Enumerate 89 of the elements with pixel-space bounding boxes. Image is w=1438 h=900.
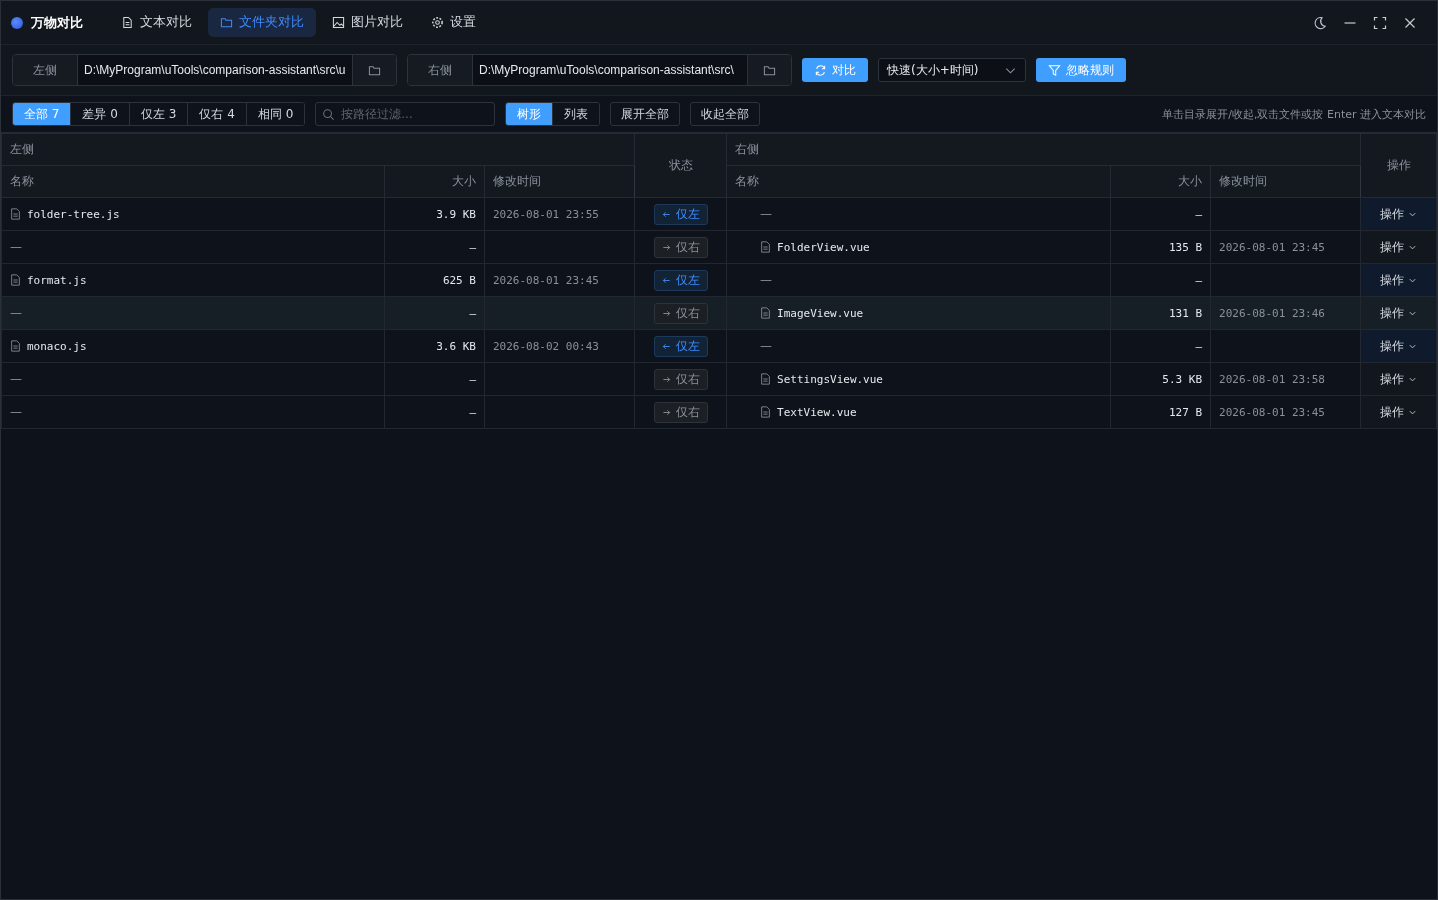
column-group-header: 左侧 xyxy=(1,133,635,166)
filter-icon xyxy=(1048,63,1061,77)
column-header: 名称 xyxy=(726,165,1111,198)
document-icon xyxy=(121,16,134,29)
nav-tab[interactable]: 设置 xyxy=(419,8,488,37)
column-header: 操作 xyxy=(1360,133,1437,198)
modified-time: 2026-08-02 00:43 xyxy=(493,340,599,353)
filter-tab[interactable]: 相同 0 xyxy=(245,103,305,125)
arrow-icon xyxy=(661,407,671,417)
status-badge: 仅左 xyxy=(653,203,708,225)
file-size: – xyxy=(469,373,476,386)
search-icon xyxy=(322,108,336,121)
file-size: – xyxy=(469,241,476,254)
file-icon xyxy=(760,241,772,253)
file-size: 3.6 KB xyxy=(436,340,476,353)
file-name: — xyxy=(760,273,773,287)
file-icon xyxy=(760,307,772,319)
settings-icon xyxy=(431,16,444,29)
file-name: ImageView.vue xyxy=(777,306,864,320)
file-name: — xyxy=(10,306,22,320)
close-icon[interactable] xyxy=(1403,15,1417,30)
file-name: FolderView.vue xyxy=(777,240,870,254)
modified-time: 2026-08-01 23:45 xyxy=(493,274,599,287)
file-name: — xyxy=(10,240,22,254)
column-header: 修改时间 xyxy=(484,165,635,198)
collapse-all-button[interactable]: 收起全部 xyxy=(690,102,761,126)
moon-icon[interactable] xyxy=(1313,15,1327,30)
column-header: 大小 xyxy=(1110,165,1211,198)
file-icon xyxy=(10,340,21,352)
arrow-icon xyxy=(661,209,671,219)
modified-time: 2026-08-01 23:55 xyxy=(493,208,599,221)
file-size: – xyxy=(1195,340,1203,353)
status-badge: 仅右 xyxy=(653,401,708,423)
file-name: TextView.vue xyxy=(777,405,857,419)
image-icon xyxy=(332,16,345,29)
view-tab[interactable]: 列表 xyxy=(552,103,600,125)
file-icon xyxy=(10,208,21,220)
hint-text: 单击目录展开/收起,双击文件或按 Enter 进入文本对比 xyxy=(1162,106,1426,122)
file-size: 3.9 KB xyxy=(436,208,476,221)
arrow-icon xyxy=(661,341,671,351)
status-badge: 仅右 xyxy=(653,302,708,324)
file-icon xyxy=(760,406,772,418)
file-size: – xyxy=(469,406,476,419)
file-size: 135 B xyxy=(1168,241,1203,254)
modified-time: 2026-08-01 23:45 xyxy=(1219,241,1325,254)
column-group-header: 右侧 xyxy=(726,133,1361,166)
arrow-icon xyxy=(661,374,671,384)
file-name: folder-tree.js xyxy=(27,207,120,221)
folder-icon xyxy=(220,16,233,29)
arrow-icon xyxy=(661,275,671,285)
search-field[interactable]: 按路径过滤... xyxy=(315,102,496,126)
modified-time: 2026-08-01 23:46 xyxy=(1219,307,1325,320)
file-size: 127 B xyxy=(1168,406,1203,419)
file-size: – xyxy=(1195,274,1203,287)
arrow-icon xyxy=(661,242,671,252)
file-icon xyxy=(10,274,21,286)
file-name: monaco.js xyxy=(27,339,87,353)
status-badge: 仅右 xyxy=(653,368,708,390)
column-header: 状态 xyxy=(634,133,727,198)
file-name: format.js xyxy=(27,273,87,287)
file-size: 131 B xyxy=(1168,307,1203,320)
file-name: — xyxy=(10,405,22,419)
modified-time: 2026-08-01 23:45 xyxy=(1219,406,1325,419)
column-header: 大小 xyxy=(384,165,485,198)
expand-all-button[interactable]: 展开全部 xyxy=(610,102,681,126)
maximize-icon[interactable] xyxy=(1373,15,1387,30)
logo-icon xyxy=(11,16,23,29)
file-size: 625 B xyxy=(442,274,476,287)
status-badge: 仅左 xyxy=(653,269,708,291)
nav-tab[interactable]: 文件夹对比 xyxy=(208,8,316,37)
file-name: — xyxy=(760,339,773,353)
status-badge: 仅左 xyxy=(653,335,708,357)
file-size: 5.3 KB xyxy=(1162,373,1203,386)
nav-tab[interactable]: 图片对比 xyxy=(320,8,415,37)
file-name: SettingsView.vue xyxy=(777,372,883,386)
column-header: 修改时间 xyxy=(1210,165,1361,198)
refresh-icon xyxy=(814,63,827,77)
app-title: 万物对比 xyxy=(31,13,83,32)
file-icon xyxy=(760,373,772,385)
arrow-icon xyxy=(661,308,671,318)
nav-tab[interactable]: 文本对比 xyxy=(109,8,204,37)
column-header: 名称 xyxy=(1,165,385,198)
mode-select[interactable]: 快速(大小+时间) xyxy=(878,58,1026,82)
file-name: — xyxy=(760,207,773,221)
modified-time: 2026-08-01 23:58 xyxy=(1219,373,1325,386)
file-size: – xyxy=(1195,208,1203,221)
file-size: – xyxy=(469,307,476,320)
status-badge: 仅右 xyxy=(653,236,708,258)
file-name: — xyxy=(10,372,22,386)
